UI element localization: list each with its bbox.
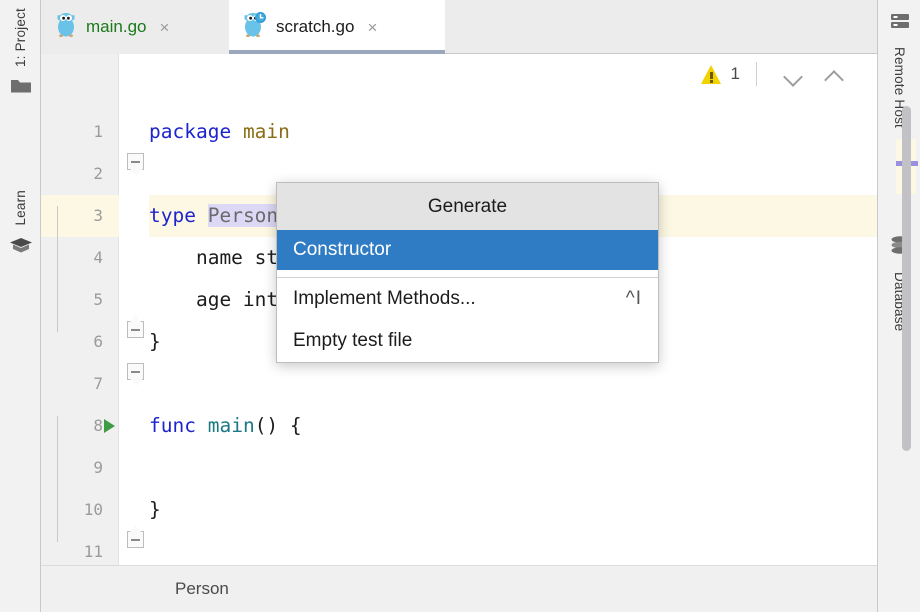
code-line-text bbox=[149, 531, 877, 565]
code-token: () { bbox=[255, 414, 302, 437]
code-token bbox=[231, 120, 243, 143]
line-number: 5 bbox=[41, 279, 103, 321]
code-token: package bbox=[149, 120, 231, 143]
code-token: } bbox=[149, 330, 161, 353]
editor-tab-bar: main.go × bbox=[41, 0, 877, 54]
go-gopher-scratch-icon bbox=[243, 12, 267, 43]
fold-marker-func-open[interactable] bbox=[127, 363, 144, 380]
line-number: 8 bbox=[41, 405, 103, 447]
menu-item-shortcut: ^I bbox=[626, 288, 642, 310]
close-icon[interactable]: × bbox=[367, 19, 377, 36]
chevron-down-icon[interactable] bbox=[783, 64, 804, 85]
sidebar-item-project[interactable]: 1: Project bbox=[0, 8, 41, 99]
line-number: 10 bbox=[41, 489, 103, 531]
menu-item-label: Constructor bbox=[293, 239, 391, 261]
code-row[interactable]: 11 bbox=[41, 531, 877, 565]
scrollbar-thumb[interactable] bbox=[902, 106, 911, 451]
sidebar-item-label: 1: Project bbox=[13, 8, 28, 67]
sidebar-item-learn[interactable]: Learn bbox=[0, 190, 41, 259]
run-gutter-icon[interactable] bbox=[104, 419, 115, 433]
server-icon bbox=[889, 12, 911, 37]
warning-count: 1 bbox=[731, 64, 740, 84]
code-token bbox=[196, 414, 208, 437]
sidebar-item-label: Learn bbox=[13, 190, 28, 226]
fold-connector-struct bbox=[57, 206, 58, 332]
code-line-text bbox=[149, 363, 877, 405]
code-token: age int bbox=[149, 288, 278, 311]
code-line-text: } bbox=[149, 489, 877, 531]
tab-label: main.go bbox=[86, 17, 146, 37]
code-token: Person bbox=[208, 204, 278, 227]
breadcrumb-bar[interactable]: Person bbox=[41, 565, 877, 612]
menu-item-constructor[interactable]: Constructor bbox=[277, 230, 658, 270]
line-number: 4 bbox=[41, 237, 103, 279]
line-number: 9 bbox=[41, 447, 103, 489]
menu-item-implement-methods[interactable]: Implement Methods... ^I bbox=[277, 278, 658, 320]
line-number: 3 bbox=[41, 195, 103, 237]
code-token: main bbox=[208, 414, 255, 437]
code-token: func bbox=[149, 414, 196, 437]
tab-main-go[interactable]: main.go × bbox=[41, 0, 229, 54]
bottom-left-pad bbox=[0, 565, 41, 612]
line-number: 2 bbox=[41, 153, 103, 195]
menu-item-empty-test-file[interactable]: Empty test file bbox=[277, 320, 658, 362]
tab-label: scratch.go bbox=[276, 17, 354, 37]
code-token: } bbox=[149, 498, 161, 521]
breadcrumb[interactable]: Person bbox=[175, 579, 229, 599]
graduation-cap-icon bbox=[9, 236, 33, 259]
ide-window: 1: Project Learn bbox=[0, 0, 920, 612]
line-number: 1 bbox=[41, 111, 103, 153]
code-token bbox=[196, 204, 208, 227]
chevron-up-icon[interactable] bbox=[824, 64, 845, 85]
line-number: 6 bbox=[41, 321, 103, 363]
code-token: type bbox=[149, 204, 196, 227]
divider bbox=[756, 62, 757, 86]
inspection-widget[interactable]: 1 bbox=[701, 62, 855, 86]
generate-popup[interactable]: Generate Constructor Implement Methods..… bbox=[276, 182, 659, 363]
go-gopher-icon bbox=[55, 12, 77, 43]
popup-title: Generate bbox=[277, 183, 658, 230]
line-number: 7 bbox=[41, 363, 103, 405]
code-token: main bbox=[243, 120, 290, 143]
fold-marker-struct-close[interactable] bbox=[127, 321, 144, 338]
close-icon[interactable]: × bbox=[159, 19, 169, 36]
line-number: 11 bbox=[41, 531, 103, 565]
code-line-text: func main() { bbox=[149, 405, 877, 447]
fold-marker-struct-open[interactable] bbox=[127, 153, 144, 170]
code-row[interactable]: 9 bbox=[41, 447, 877, 489]
code-row[interactable]: 1 package main bbox=[41, 111, 877, 153]
code-line-text bbox=[149, 447, 877, 489]
menu-item-label: Empty test file bbox=[293, 330, 412, 352]
folder-icon bbox=[10, 77, 32, 99]
menu-item-label: Implement Methods... bbox=[293, 288, 476, 310]
code-line-text: package main bbox=[149, 111, 877, 153]
editor-scrollbar[interactable] bbox=[896, 54, 916, 565]
code-row[interactable]: 8 func main() { bbox=[41, 405, 877, 447]
warning-triangle-icon[interactable] bbox=[701, 65, 722, 84]
code-row[interactable]: 7 bbox=[41, 363, 877, 405]
tab-scratch-go[interactable]: scratch.go × bbox=[229, 0, 445, 54]
fold-marker-func-close[interactable] bbox=[127, 531, 144, 548]
code-row[interactable]: 10} bbox=[41, 489, 877, 531]
left-tool-strip: 1: Project Learn bbox=[0, 0, 41, 612]
fold-connector-func bbox=[57, 416, 58, 542]
